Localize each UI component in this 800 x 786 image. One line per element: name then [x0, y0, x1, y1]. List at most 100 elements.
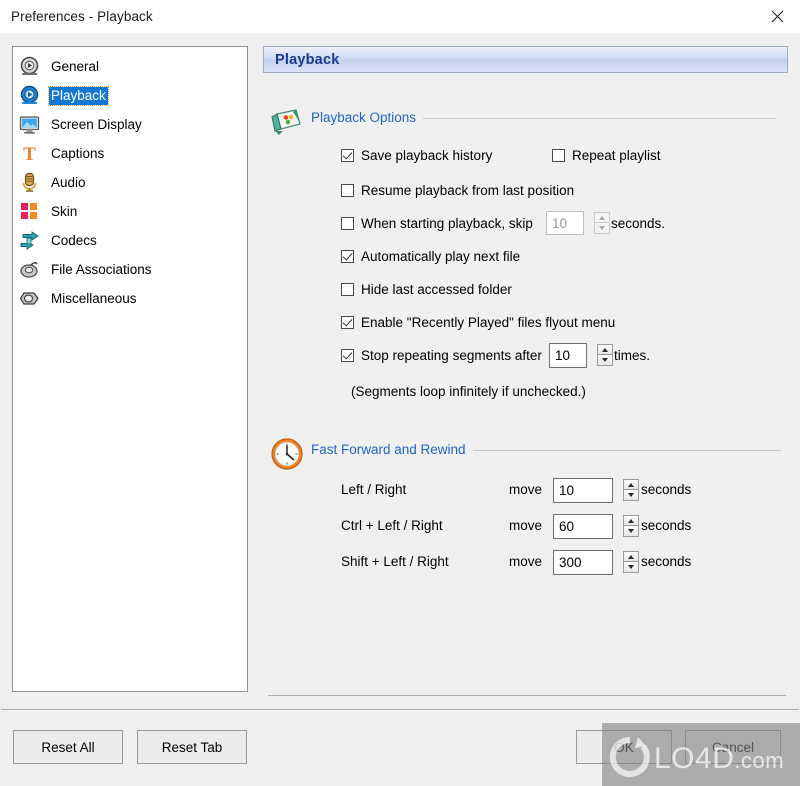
- checkbox-box: [341, 184, 354, 197]
- ff-move-label: move: [509, 554, 543, 569]
- ff-seconds-input[interactable]: 10: [553, 478, 613, 503]
- chevron-down-icon: [602, 358, 608, 362]
- svg-text:T: T: [23, 144, 36, 164]
- sidebar-item-playback[interactable]: Playback: [13, 81, 247, 110]
- title-bar: Preferences - Playback: [0, 0, 800, 34]
- checkbox-resume-playback[interactable]: Resume playback from last position: [341, 183, 574, 198]
- sidebar-item-captions[interactable]: T Captions: [13, 139, 247, 168]
- checkbox-label: Stop repeating segments after: [361, 348, 542, 363]
- stepper-up-button[interactable]: [623, 551, 639, 562]
- sidebar-item-label: Captions: [51, 145, 105, 161]
- ff-row-label: Shift + Left / Right: [341, 554, 449, 569]
- checkbox-label: Repeat playlist: [572, 148, 661, 163]
- checkbox-hide-last-folder[interactable]: Hide last accessed folder: [341, 282, 512, 297]
- sidebar-item-skin[interactable]: Skin: [13, 197, 247, 226]
- ff-move-label: move: [509, 518, 543, 533]
- group-title: Playback Options: [311, 110, 424, 125]
- checkbox-box: [341, 149, 354, 162]
- card-dots-icon: [269, 104, 305, 140]
- group-title: Fast Forward and Rewind: [311, 442, 473, 457]
- repeat-times-stepper[interactable]: [597, 344, 613, 366]
- chevron-up-icon: [599, 215, 605, 220]
- repeat-times-units: times.: [614, 348, 651, 363]
- chevron-down-icon: [628, 565, 634, 569]
- microphone-icon: [17, 171, 41, 195]
- checkbox-auto-play-next[interactable]: Automatically play next file: [341, 249, 520, 264]
- checkbox-recently-played-flyout[interactable]: Enable "Recently Played" files flyout me…: [341, 315, 615, 330]
- sidebar-item-general[interactable]: General: [13, 52, 247, 81]
- ff-seconds-value: 60: [559, 519, 575, 534]
- skip-seconds-stepper[interactable]: [594, 212, 610, 234]
- checkbox-save-playback-history[interactable]: Save playback history: [341, 148, 492, 163]
- ff-seconds-input[interactable]: 300: [553, 550, 613, 575]
- ff-seconds-value: 300: [559, 555, 582, 570]
- stepper-up-button[interactable]: [597, 344, 613, 355]
- checkbox-label: Hide last accessed folder: [361, 282, 512, 297]
- panel-bottom-divider: [268, 695, 786, 696]
- settings-detail-panel: Playback Playback Options Save playback …: [263, 46, 788, 696]
- sidebar-item-miscellaneous[interactable]: Miscellaneous: [13, 284, 247, 313]
- reset-all-button[interactable]: Reset All: [13, 730, 123, 764]
- repeat-times-value: 10: [555, 348, 571, 363]
- file-link-icon: [17, 258, 41, 282]
- checkbox-box: [341, 217, 354, 230]
- checkbox-stop-repeating-segments[interactable]: Stop repeating segments after: [341, 348, 542, 363]
- text-t-icon: T: [17, 142, 41, 166]
- stepper-down-button[interactable]: [623, 562, 639, 573]
- chevron-down-icon: [628, 493, 634, 497]
- stepper-up-button[interactable]: [594, 212, 610, 223]
- close-icon: [771, 10, 784, 23]
- stepper-down-button[interactable]: [623, 526, 639, 537]
- repeat-times-input[interactable]: 10: [549, 343, 587, 368]
- sidebar-item-label: Codecs: [51, 232, 97, 248]
- stepper-down-button[interactable]: [594, 223, 610, 234]
- sidebar-item-label: Audio: [51, 174, 86, 190]
- ff-seconds-stepper[interactable]: [623, 551, 639, 573]
- chevron-up-icon: [628, 554, 634, 559]
- ff-row-left-right: Left / Right move 10 seconds: [341, 478, 761, 504]
- cancel-button[interactable]: Cancel: [685, 730, 781, 764]
- checkbox-skip-on-start[interactable]: When starting playback, skip: [341, 216, 533, 231]
- checkbox-label: When starting playback, skip: [361, 216, 533, 231]
- chevron-down-icon: [599, 226, 605, 230]
- skip-seconds-input[interactable]: 10: [546, 211, 584, 235]
- sidebar-item-file-associations[interactable]: File Associations: [13, 255, 247, 284]
- checkbox-repeat-playlist[interactable]: Repeat playlist: [552, 148, 661, 163]
- ok-label: OK: [614, 739, 634, 755]
- checkbox-box: [341, 349, 354, 362]
- stepper-up-button[interactable]: [623, 515, 639, 526]
- sidebar-item-label: File Associations: [51, 261, 152, 277]
- stepper-down-button[interactable]: [623, 490, 639, 501]
- ok-button[interactable]: OK: [576, 730, 672, 764]
- checkbox-box: [341, 316, 354, 329]
- sidebar-item-codecs[interactable]: Codecs: [13, 226, 247, 255]
- sidebar-item-audio[interactable]: Audio: [13, 168, 247, 197]
- checkbox-box: [341, 250, 354, 263]
- ff-units-label: seconds: [641, 554, 692, 569]
- ff-move-label: move: [509, 482, 543, 497]
- chevron-down-icon: [628, 529, 634, 533]
- segments-note: (Segments loop infinitely if unchecked.): [351, 384, 586, 399]
- ff-seconds-stepper[interactable]: [623, 479, 639, 501]
- stepper-down-button[interactable]: [597, 355, 613, 366]
- play-circle-blue-icon: [17, 84, 41, 108]
- sidebar-item-label: Screen Display: [51, 116, 142, 132]
- sidebar-item-label: Playback: [48, 85, 109, 106]
- footer-divider: [1, 709, 799, 710]
- stepper-up-button[interactable]: [623, 479, 639, 490]
- cancel-label: Cancel: [711, 739, 755, 755]
- panel-header: Playback: [263, 46, 788, 73]
- close-button[interactable]: [754, 0, 800, 32]
- sidebar-item-screen-display[interactable]: Screen Display: [13, 110, 247, 139]
- checkbox-label: Enable "Recently Played" files flyout me…: [361, 315, 616, 330]
- chevron-up-icon: [628, 482, 634, 487]
- settings-category-list[interactable]: General Playback Screen Display T Captio…: [12, 46, 248, 692]
- ff-row-ctrl-left-right: Ctrl + Left / Right move 60 seconds: [341, 514, 761, 540]
- ff-seconds-stepper[interactable]: [623, 515, 639, 537]
- checkbox-box: [341, 283, 354, 296]
- reset-tab-button[interactable]: Reset Tab: [137, 730, 247, 764]
- reset-tab-label: Reset Tab: [161, 739, 223, 755]
- ff-seconds-input[interactable]: 60: [553, 514, 613, 539]
- sidebar-item-label: Skin: [51, 203, 78, 219]
- chevron-up-icon: [602, 347, 608, 352]
